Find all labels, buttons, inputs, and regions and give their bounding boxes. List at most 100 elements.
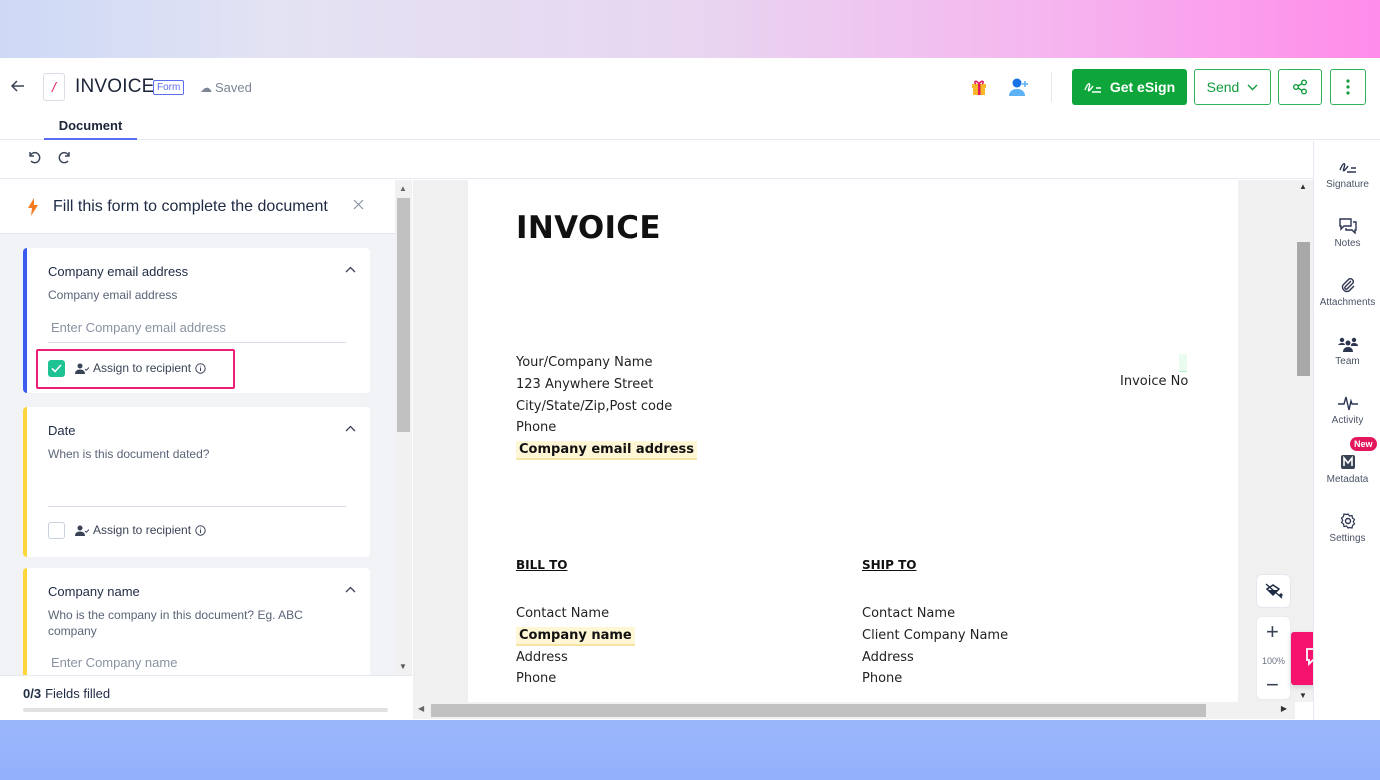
company-email-field-placeholder[interactable]: Company email address — [516, 441, 698, 461]
redo-button[interactable] — [58, 150, 76, 168]
header: / INVOICE Form ☁ Saved Document Get eSign… — [0, 58, 1380, 140]
bill-to-phone: Phone — [516, 671, 557, 687]
assign-recipient-row: Assign to recipient — [48, 520, 206, 540]
ship-to-block: Contact Name Client Company Name Address… — [862, 603, 1008, 690]
assign-recipient-checkbox[interactable] — [48, 521, 65, 539]
scrollbar-thumb[interactable] — [397, 198, 410, 432]
share-button[interactable] — [1278, 69, 1322, 105]
ship-to-company: Client Company Name — [862, 627, 1009, 643]
sender-street: 123 Anywhere Street — [516, 376, 654, 392]
sidebar-item-activity[interactable]: Activity — [1314, 393, 1380, 426]
document-title: INVOICE — [75, 76, 155, 97]
info-icon[interactable] — [195, 524, 206, 536]
invoice-heading: INVOICE — [516, 210, 661, 246]
form-badge: Form — [153, 80, 185, 95]
metadata-icon — [1340, 455, 1355, 469]
sidebar-item-settings[interactable]: Settings — [1314, 511, 1380, 544]
form-field-card[interactable]: Company email address Company email addr… — [23, 248, 370, 393]
gift-icon[interactable] — [970, 78, 988, 96]
tab-document[interactable]: Document — [44, 116, 137, 140]
close-icon — [353, 199, 364, 210]
chevron-up-icon — [345, 586, 356, 593]
collapse-button[interactable] — [345, 262, 356, 276]
date-input[interactable] — [48, 477, 346, 507]
bill-to-block: Contact Name Company name Address Phone — [516, 603, 635, 690]
sender-city: City/State/Zip,Post code — [516, 398, 673, 414]
chevron-up-icon — [345, 425, 356, 432]
toolbar — [0, 141, 1313, 179]
field-title: Company email address — [48, 264, 189, 279]
send-button[interactable]: Send — [1194, 69, 1271, 105]
assign-recipient-label: Assign to recipient — [75, 523, 206, 537]
checkmark-icon — [51, 363, 62, 373]
company-name-input[interactable] — [48, 648, 346, 675]
sidebar-item-attachments[interactable]: Attachments — [1314, 275, 1380, 308]
scrollbar-thumb[interactable] — [1297, 242, 1310, 376]
scroll-up-arrow-icon[interactable]: ▲ — [399, 184, 407, 193]
zoom-control: + 100% − — [1256, 616, 1291, 700]
scroll-left-arrow-icon[interactable]: ◀ — [418, 704, 424, 713]
zoom-in-button[interactable]: + — [1266, 619, 1279, 645]
back-button[interactable] — [10, 78, 30, 98]
sidebar-item-metadata[interactable]: Metadata — [1314, 452, 1380, 485]
company-email-input[interactable] — [48, 313, 346, 343]
new-badge: New — [1350, 437, 1377, 451]
get-esign-button[interactable]: Get eSign — [1072, 69, 1187, 105]
form-field-card[interactable]: Date When is this document dated? Assign… — [23, 407, 370, 557]
sidebar-label: Metadata — [1326, 474, 1369, 485]
field-title: Company name — [48, 584, 140, 599]
fields-filled-label: Fields filled — [45, 686, 111, 701]
form-panel-title: Fill this form to complete the document — [53, 198, 328, 215]
fill-color-button[interactable] — [1256, 574, 1291, 608]
right-sidebar: Signature Notes Attachments Team Activit… — [1313, 141, 1380, 720]
sender-phone: Phone — [516, 420, 557, 436]
scroll-up-arrow-icon[interactable]: ▲ — [1299, 182, 1307, 191]
form-panel-scrollbar[interactable]: ▲ ▼ — [395, 180, 412, 675]
add-user-icon[interactable] — [1008, 76, 1030, 98]
fields-filled-count: 0/3 — [23, 686, 42, 701]
save-status: ☁ Saved — [200, 80, 252, 95]
sidebar-item-signature[interactable]: Signature — [1314, 157, 1380, 190]
invoice-field-marker[interactable] — [1179, 354, 1187, 372]
scrollbar-thumb[interactable] — [431, 704, 1206, 717]
info-icon[interactable] — [195, 362, 206, 374]
invoice-number-label: Invoice No — [1120, 374, 1189, 389]
field-description: Company email address — [48, 288, 178, 302]
form-field-card[interactable]: Company name Who is the company in this … — [23, 568, 370, 675]
zoom-out-button[interactable]: − — [1266, 672, 1279, 698]
send-label: Send — [1206, 79, 1240, 95]
assign-recipient-checkbox[interactable] — [48, 359, 65, 377]
zoom-level: 100% — [1261, 656, 1286, 666]
scroll-down-arrow-icon[interactable]: ▼ — [1299, 691, 1307, 700]
get-esign-label: Get eSign — [1109, 79, 1176, 95]
close-panel-button[interactable] — [353, 195, 364, 215]
sidebar-label: Settings — [1329, 533, 1366, 544]
paint-bucket-icon — [1265, 583, 1283, 599]
save-status-label: Saved — [215, 80, 252, 95]
bill-to-contact: Contact Name — [516, 606, 610, 621]
field-description: When is this document dated? — [48, 447, 210, 461]
form-panel-footer: 0/3 Fields filled — [0, 675, 412, 720]
sidebar-label: Team — [1335, 356, 1360, 367]
form-panel-header: Fill this form to complete the document — [0, 180, 395, 234]
ship-to-phone: Phone — [862, 671, 903, 687]
document-vertical-scrollbar[interactable]: ▲ ▼ — [1295, 180, 1312, 702]
bill-to-address: Address — [516, 649, 568, 665]
document-page: INVOICE Your/Company Name 123 Anywhere S… — [468, 180, 1238, 702]
sidebar-label: Attachments — [1319, 297, 1376, 308]
document-icon: / — [43, 73, 65, 101]
scroll-right-arrow-icon[interactable]: ▶ — [1281, 704, 1287, 713]
company-name-field-placeholder[interactable]: Company name — [516, 626, 635, 646]
sidebar-label: Notes — [1334, 238, 1361, 249]
user-check-icon — [75, 525, 89, 536]
more-options-button[interactable] — [1330, 69, 1366, 105]
sidebar-item-team[interactable]: Team — [1314, 334, 1380, 367]
sidebar-item-notes[interactable]: Notes — [1314, 216, 1380, 249]
document-horizontal-scrollbar[interactable]: ◀ ▶ — [413, 702, 1295, 719]
collapse-button[interactable] — [345, 421, 356, 435]
cloud-upload-icon: ☁ — [200, 81, 212, 95]
undo-button[interactable] — [27, 150, 45, 168]
scroll-down-arrow-icon[interactable]: ▼ — [399, 662, 407, 671]
collapse-button[interactable] — [345, 582, 356, 596]
signature-icon — [1084, 83, 1101, 93]
